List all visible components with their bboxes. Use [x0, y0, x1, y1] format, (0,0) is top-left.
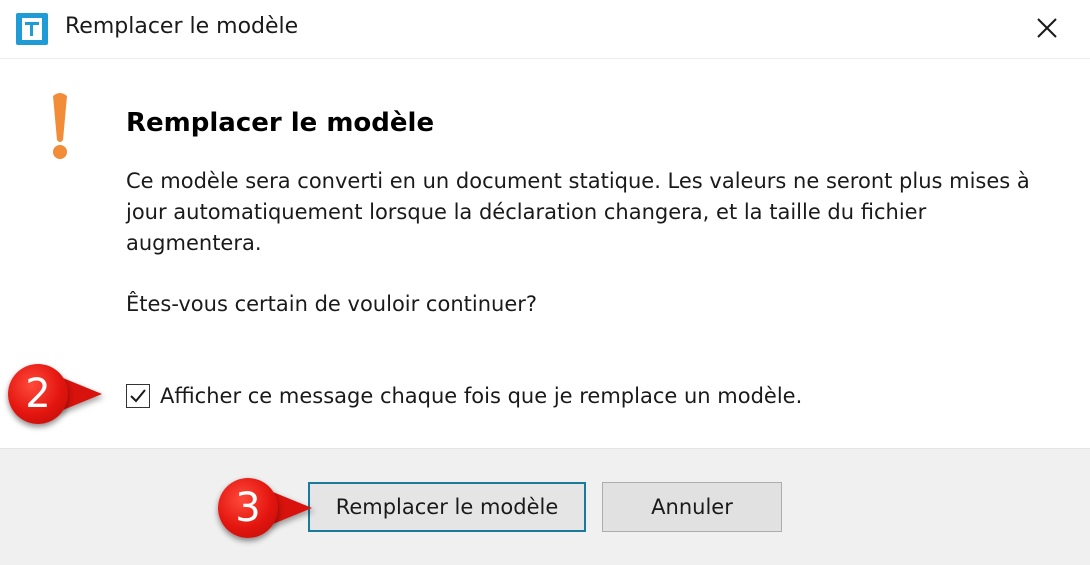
dialog-heading: Remplacer le modèle [126, 108, 435, 138]
cancel-button[interactable]: Annuler [602, 482, 782, 532]
replace-template-button[interactable]: Remplacer le modèle [308, 482, 586, 532]
step-2-badge: 2 [8, 364, 68, 424]
title-bar: Remplacer le modèle [0, 0, 1090, 59]
show-message-option[interactable]: Afficher ce message chaque fois que je r… [126, 380, 802, 412]
close-button[interactable] [1026, 8, 1068, 48]
show-message-checkbox[interactable] [126, 384, 150, 408]
step-3-badge: 3 [218, 478, 278, 538]
dialog-window: Remplacer le modèle Remplacer le modèle … [0, 0, 1090, 565]
dialog-message: Ce modèle sera converti en un document s… [126, 169, 1030, 255]
warning-exclamation-icon [53, 93, 67, 159]
show-message-label[interactable]: Afficher ce message chaque fois que je r… [160, 384, 802, 408]
checkmark-icon [130, 389, 146, 403]
dialog-question: Êtes-vous certain de vouloir continuer? [126, 292, 538, 316]
app-logo-icon [16, 13, 48, 45]
close-icon [1037, 18, 1057, 38]
window-title: Remplacer le modèle [65, 14, 299, 39]
